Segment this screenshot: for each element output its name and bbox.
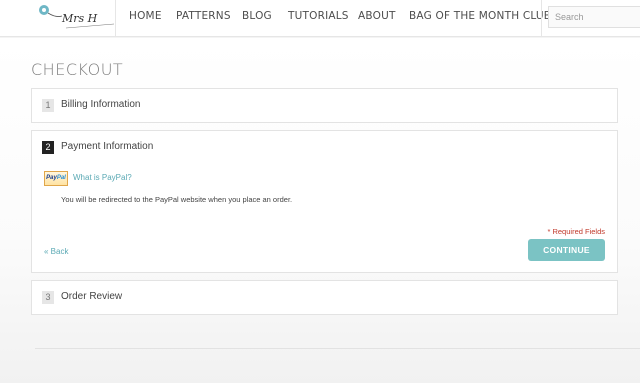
search-input[interactable]	[548, 6, 640, 28]
search-divider	[541, 0, 542, 37]
step-order-review-panel[interactable]: 3 Order Review	[31, 280, 618, 315]
required-fields-note: * Required Fields	[547, 227, 605, 236]
redirect-notice: You will be redirected to the PayPal web…	[61, 195, 293, 204]
paypal-logo-text-pay: Pay	[46, 175, 57, 181]
nav-about[interactable]: ABOUT	[358, 10, 396, 22]
nav-tutorials[interactable]: TUTORIALS	[288, 10, 349, 22]
logo-text: Mrs H	[61, 12, 98, 25]
step-number: 2	[42, 141, 54, 154]
step-payment-panel: 2 Payment Information PayPal What is Pay…	[31, 130, 618, 273]
step-title: Payment Information	[61, 141, 154, 152]
site-logo[interactable]: Mrs H	[36, 2, 116, 32]
nav-bag-of-the-month-club[interactable]: BAG OF THE MONTH CLUB	[409, 10, 551, 22]
paypal-logo-text-pal: Pal	[56, 175, 66, 181]
step-number: 3	[42, 291, 54, 304]
step-number: 1	[42, 99, 54, 112]
nav-blog[interactable]: BLOG	[242, 10, 272, 22]
site-header: Mrs H HOME PATTERNS BLOG TUTORIALS ABOUT…	[0, 0, 640, 37]
page-title: CHECKOUT	[31, 60, 124, 79]
what-is-paypal-link[interactable]: What is PayPal?	[73, 173, 132, 182]
step-title: Billing Information	[61, 99, 141, 110]
paypal-logo: PayPal	[44, 171, 68, 186]
nav-home[interactable]: HOME	[129, 10, 162, 22]
step-title: Order Review	[61, 291, 123, 302]
nav-patterns[interactable]: PATTERNS	[176, 10, 231, 22]
header-divider	[115, 0, 116, 37]
back-link[interactable]: « Back	[44, 247, 68, 256]
footer-divider	[35, 348, 640, 349]
step-billing-panel[interactable]: 1 Billing Information	[31, 88, 618, 123]
continue-button[interactable]: CONTINUE	[528, 239, 605, 261]
